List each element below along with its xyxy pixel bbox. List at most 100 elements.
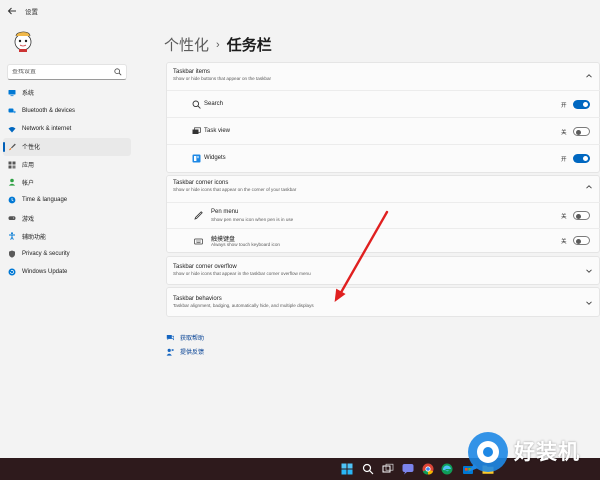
sidebar: 系统 Bluetooth & devices Network & interne… bbox=[0, 22, 140, 458]
section-subtitle: Show or hide icons that appear on the co… bbox=[173, 187, 297, 192]
breadcrumb: 个性化 › 任务栏 bbox=[164, 34, 272, 55]
gamepad-icon bbox=[8, 214, 16, 222]
sidebar-item-bluetooth[interactable]: Bluetooth & devices bbox=[3, 102, 131, 120]
section-header[interactable]: Taskbar corner icons Show or hide icons … bbox=[173, 180, 296, 192]
toggle-state-label: 开 bbox=[561, 157, 567, 163]
sidebar-item-personalization[interactable]: 个性化 bbox=[3, 137, 131, 156]
pen-menu-toggle[interactable] bbox=[573, 211, 590, 220]
app-title: 设置 bbox=[25, 9, 38, 16]
get-help-link[interactable]: 获取帮助 bbox=[166, 333, 204, 342]
section-title: Taskbar behaviors bbox=[173, 296, 222, 302]
pen-icon bbox=[194, 211, 203, 220]
widgets-icon bbox=[192, 154, 201, 163]
chevron-up-icon[interactable] bbox=[585, 72, 593, 80]
brush-icon bbox=[8, 143, 16, 151]
setting-description: Show pen menu icon when pen is in use bbox=[211, 217, 294, 222]
globe-clock-icon bbox=[8, 196, 16, 204]
toggle-state-label: 关 bbox=[561, 239, 567, 245]
breadcrumb-separator: › bbox=[216, 38, 220, 51]
wifi-icon bbox=[8, 125, 16, 133]
section-subtitle: Taskbar alignment, badging, automaticall… bbox=[173, 303, 314, 308]
task-view-toggle[interactable] bbox=[573, 127, 590, 136]
setting-label: Pen menu bbox=[211, 209, 239, 215]
sidebar-item-windows-update[interactable]: Windows Update bbox=[3, 263, 131, 281]
sidebar-item-gaming[interactable]: 游戏 bbox=[3, 209, 131, 227]
sidebar-item-system[interactable]: 系统 bbox=[3, 84, 131, 102]
sidebar-item-label: Bluetooth & devices bbox=[22, 107, 76, 114]
chat-icon[interactable] bbox=[402, 463, 414, 475]
chevron-up-icon[interactable] bbox=[585, 183, 593, 191]
section-title: Taskbar corner icons bbox=[173, 180, 229, 186]
chrome-icon[interactable] bbox=[422, 463, 434, 475]
sidebar-item-label: Privacy & security bbox=[22, 250, 70, 257]
sidebar-item-privacy[interactable]: Privacy & security bbox=[3, 245, 131, 263]
sidebar-item-apps[interactable]: 应用 bbox=[3, 156, 131, 174]
section-subtitle: Show or hide buttons that appear on the … bbox=[173, 76, 272, 81]
touch-keyboard-toggle[interactable] bbox=[573, 236, 590, 245]
give-feedback-link[interactable]: 提供反馈 bbox=[166, 347, 204, 356]
feedback-icon bbox=[166, 348, 174, 356]
page-title: 任务栏 bbox=[226, 37, 272, 54]
setting-label: Widgets bbox=[204, 155, 226, 161]
update-icon bbox=[8, 268, 16, 276]
get-help-label: 获取帮助 bbox=[180, 336, 205, 342]
edge-icon[interactable] bbox=[441, 463, 453, 475]
search-icon bbox=[192, 100, 201, 109]
task-view-icon[interactable] bbox=[382, 463, 394, 475]
sidebar-item-label: 系统 bbox=[22, 91, 35, 98]
back-button[interactable] bbox=[4, 3, 20, 19]
section-title: Taskbar corner overflow bbox=[173, 264, 237, 270]
section-subtitle: Show or hide icons that appear in the ta… bbox=[173, 271, 311, 276]
help-icon bbox=[166, 334, 174, 340]
task-view-icon bbox=[192, 127, 201, 134]
sidebar-item-accessibility[interactable]: 辅助功能 bbox=[3, 227, 131, 245]
sidebar-item-label: Time & language bbox=[22, 197, 68, 204]
sidebar-item-label: 个性化 bbox=[22, 145, 41, 152]
setting-row-task-view: Task view 关 bbox=[167, 117, 600, 144]
sidebar-item-accounts[interactable]: 帐户 bbox=[3, 173, 131, 191]
accessibility-icon bbox=[8, 232, 16, 240]
sidebar-item-time-language[interactable]: Time & language bbox=[3, 191, 131, 209]
shield-icon bbox=[8, 250, 16, 258]
sidebar-item-label: 辅助功能 bbox=[22, 234, 47, 241]
sidebar-item-label: Network & internet bbox=[22, 125, 72, 132]
toggle-state-label: 关 bbox=[561, 214, 567, 220]
give-feedback-label: 提供反馈 bbox=[180, 350, 205, 356]
settings-window: 设置 系统 Bluetooth & devices Ne bbox=[0, 0, 600, 458]
toggle-state-label: 开 bbox=[561, 103, 567, 109]
search-icon bbox=[114, 68, 122, 76]
bluetooth-icon bbox=[8, 107, 16, 115]
person-icon bbox=[8, 178, 16, 186]
sidebar-item-label: 游戏 bbox=[22, 216, 35, 223]
chevron-down-icon bbox=[586, 269, 592, 273]
breadcrumb-parent[interactable]: 个性化 bbox=[164, 34, 209, 55]
annotation-arrow bbox=[334, 210, 389, 302]
settings-search[interactable] bbox=[7, 64, 127, 80]
setting-description: Always show touch keyboard icon bbox=[211, 242, 280, 247]
section-header[interactable]: Taskbar items Show or hide buttons that … bbox=[173, 69, 271, 81]
setting-row-widgets: Widgets 开 bbox=[167, 144, 600, 172]
widgets-toggle[interactable] bbox=[573, 154, 590, 163]
section-header: Taskbar corner overflow Show or hide ico… bbox=[173, 264, 311, 276]
setting-label: Search bbox=[204, 101, 224, 107]
section-title: Taskbar items bbox=[173, 69, 211, 75]
search-icon[interactable] bbox=[362, 463, 374, 475]
toggle-state-label: 关 bbox=[561, 130, 567, 136]
avatar[interactable] bbox=[11, 27, 35, 53]
sidebar-nav: 系统 Bluetooth & devices Network & interne… bbox=[3, 84, 131, 281]
watermark-text: 好装机 bbox=[514, 440, 580, 464]
apps-icon bbox=[8, 161, 16, 169]
sidebar-item-label: 帐户 bbox=[22, 180, 35, 187]
keyboard-icon bbox=[194, 238, 203, 245]
sidebar-item-network[interactable]: Network & internet bbox=[3, 120, 131, 138]
search-input[interactable] bbox=[12, 69, 112, 75]
chevron-down-icon bbox=[586, 301, 592, 305]
sidebar-item-label: 应用 bbox=[22, 163, 35, 169]
sidebar-item-label: Windows Update bbox=[22, 268, 68, 275]
setting-label: Task view bbox=[204, 128, 231, 134]
start-icon[interactable] bbox=[341, 463, 353, 475]
monitor-icon bbox=[8, 89, 16, 97]
title-bar: 设置 bbox=[0, 0, 600, 22]
taskbar-items-section: Taskbar items Show or hide buttons that … bbox=[166, 62, 600, 173]
search-toggle[interactable] bbox=[573, 100, 590, 109]
